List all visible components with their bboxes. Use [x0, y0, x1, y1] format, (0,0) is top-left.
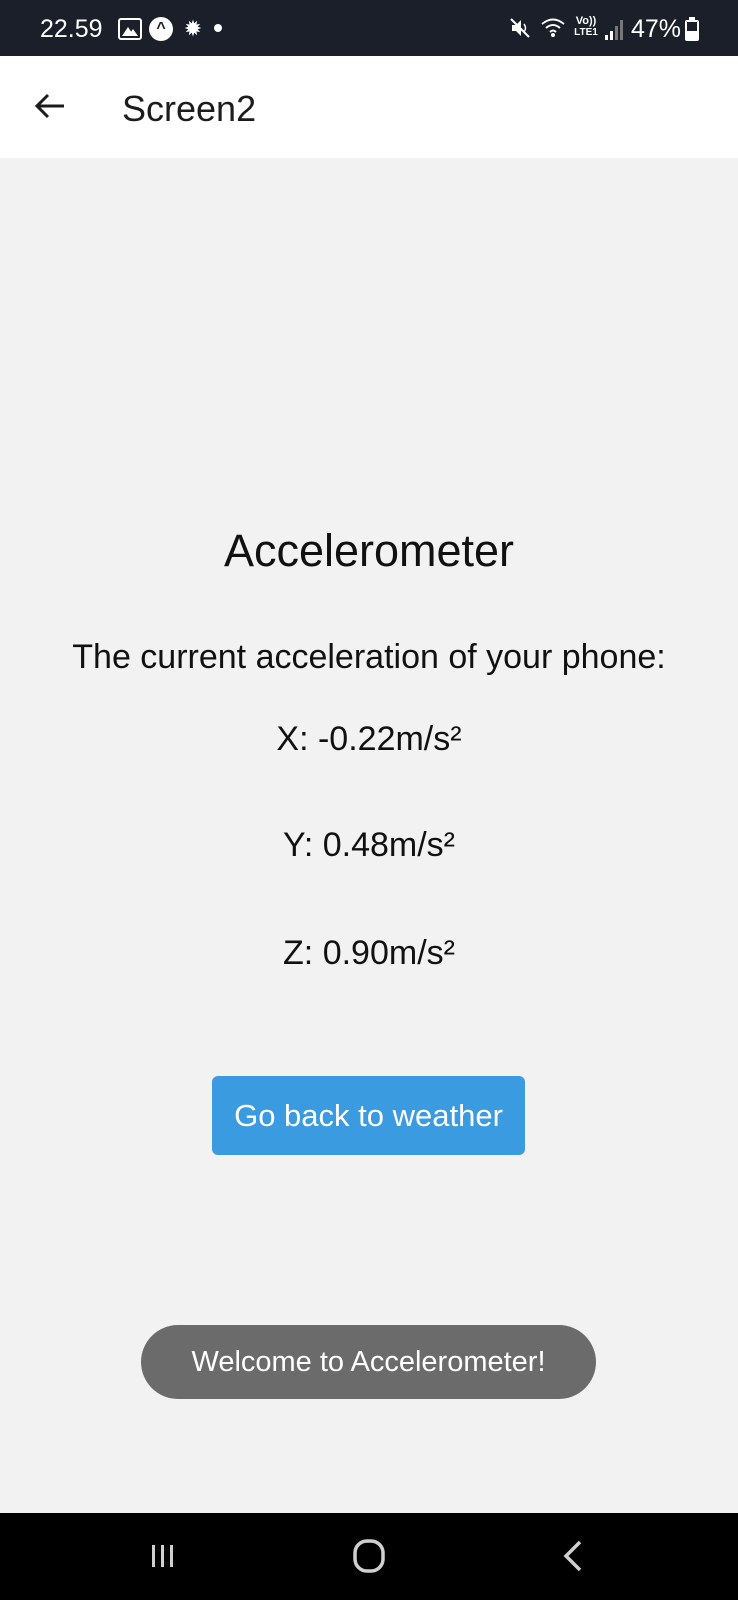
status-bar: 22.59 ^ ✹ Vo)) LTE1 47%: [0, 0, 738, 56]
lte-label: LTE1: [574, 27, 598, 38]
notification-dot-icon: [214, 24, 222, 32]
signal-icon: [605, 20, 623, 40]
bug-icon: ✹: [183, 16, 203, 41]
battery-fill: [687, 31, 697, 39]
arrow-left-icon[interactable]: [30, 86, 70, 126]
battery-icon: [685, 17, 699, 41]
system-nav-bar: [0, 1513, 738, 1600]
volte-label: Vo)): [575, 15, 597, 27]
mute-icon: [510, 18, 530, 38]
toast-message: Welcome to Accelerometer!: [141, 1325, 596, 1399]
gallery-icon: [118, 18, 142, 40]
home-icon[interactable]: [344, 1533, 394, 1579]
battery-percent: 47%: [631, 15, 682, 43]
accelerometer-heading: Accelerometer: [223, 525, 515, 576]
recents-icon[interactable]: [140, 1533, 186, 1579]
page-title: Screen2: [122, 88, 257, 129]
wifi-icon: [541, 18, 565, 37]
app-header: Screen2: [0, 56, 738, 158]
x-acceleration-value: X: -0.22m/s²: [276, 720, 462, 758]
y-acceleration-value: Y: 0.48m/s²: [283, 826, 455, 864]
expo-icon: ^: [149, 17, 173, 41]
z-acceleration-value: Z: 0.90m/s²: [283, 934, 455, 972]
go-back-to-weather-button[interactable]: Go back to weather: [212, 1076, 525, 1155]
status-time: 22.59: [40, 15, 103, 43]
volte-icon: Vo)) LTE1: [568, 15, 604, 43]
back-icon[interactable]: [550, 1533, 596, 1579]
acceleration-description: The current acceleration of your phone:: [72, 638, 666, 676]
